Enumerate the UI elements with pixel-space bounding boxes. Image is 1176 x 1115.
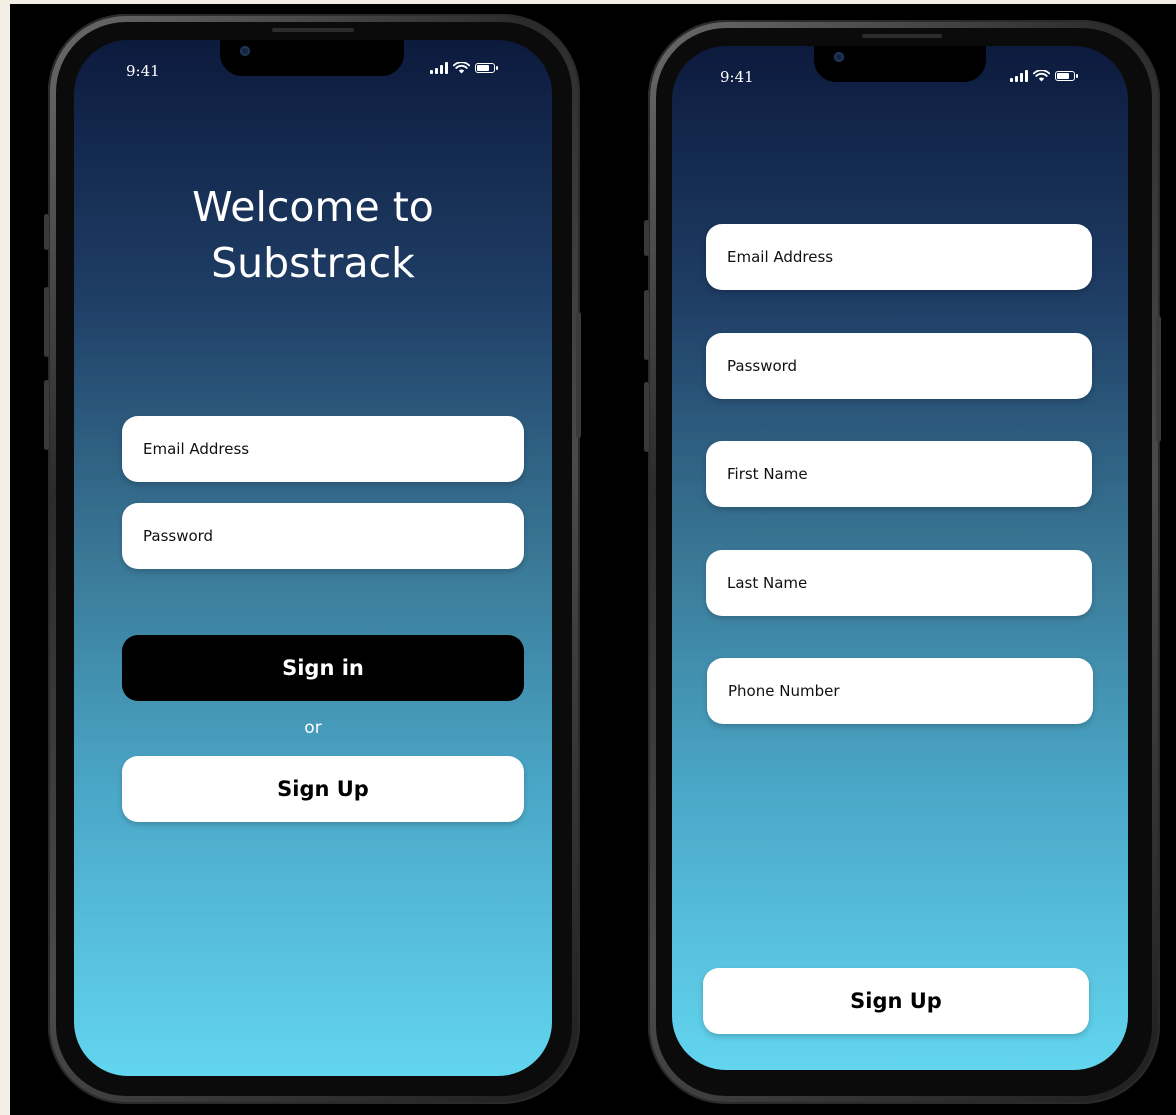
email-field[interactable]: Email Address [706, 224, 1092, 290]
phone-volume-up-button [644, 290, 649, 360]
cellular-signal-icon [1010, 70, 1028, 82]
status-time: 9:41 [720, 68, 754, 86]
sign-up-button-label: Sign Up [850, 989, 942, 1013]
phone-notch [814, 46, 986, 82]
welcome-title-line2: Substrack [211, 239, 415, 287]
phone-volume-down-button [44, 380, 49, 450]
phone-number-placeholder: Phone Number [728, 682, 840, 700]
phone-side-button [44, 214, 49, 250]
last-name-field[interactable]: Last Name [706, 550, 1092, 616]
battery-icon [475, 63, 498, 73]
phone-notch [220, 40, 404, 76]
wifi-icon [453, 62, 470, 74]
front-camera [240, 46, 250, 56]
sign-in-button-label: Sign in [282, 656, 364, 680]
wifi-icon [1033, 70, 1050, 82]
password-placeholder: Password [143, 527, 214, 545]
status-time: 9:41 [126, 62, 160, 80]
sign-in-button[interactable]: Sign in [122, 635, 524, 701]
phone-number-field[interactable]: Phone Number [707, 658, 1093, 724]
signin-screen: 9:41 Welcome to Substrack Email Address … [74, 40, 552, 1076]
phone-speaker [862, 34, 942, 38]
phone-volume-down-button [644, 382, 649, 452]
sign-up-button[interactable]: Sign Up [703, 968, 1089, 1034]
password-placeholder: Password [727, 357, 798, 375]
or-divider-text: or [304, 718, 322, 738]
status-icons [430, 62, 498, 74]
phone-speaker [272, 28, 354, 32]
phone-power-button [1156, 316, 1161, 442]
mockup-canvas: 9:41 Welcome to Substrack Email Address … [10, 4, 1176, 1115]
phone-side-button [644, 220, 649, 256]
email-field[interactable]: Email Address [122, 416, 524, 482]
welcome-title-line1: Welcome to [192, 183, 434, 231]
phone-power-button [576, 312, 581, 438]
cellular-signal-icon [430, 62, 448, 74]
signup-screen: 9:41 Email Address Password First Name L… [672, 46, 1128, 1070]
front-camera [834, 52, 844, 62]
status-icons [1010, 70, 1078, 82]
battery-icon [1055, 71, 1078, 81]
last-name-placeholder: Last Name [727, 574, 808, 592]
password-field[interactable]: Password [122, 503, 524, 569]
sign-up-button[interactable]: Sign Up [122, 756, 524, 822]
first-name-field[interactable]: First Name [706, 441, 1092, 507]
password-field[interactable]: Password [706, 333, 1092, 399]
first-name-placeholder: First Name [727, 465, 808, 483]
sign-up-button-label: Sign Up [277, 777, 369, 801]
phone-volume-up-button [44, 287, 49, 357]
email-placeholder: Email Address [143, 440, 250, 458]
email-placeholder: Email Address [727, 248, 834, 266]
